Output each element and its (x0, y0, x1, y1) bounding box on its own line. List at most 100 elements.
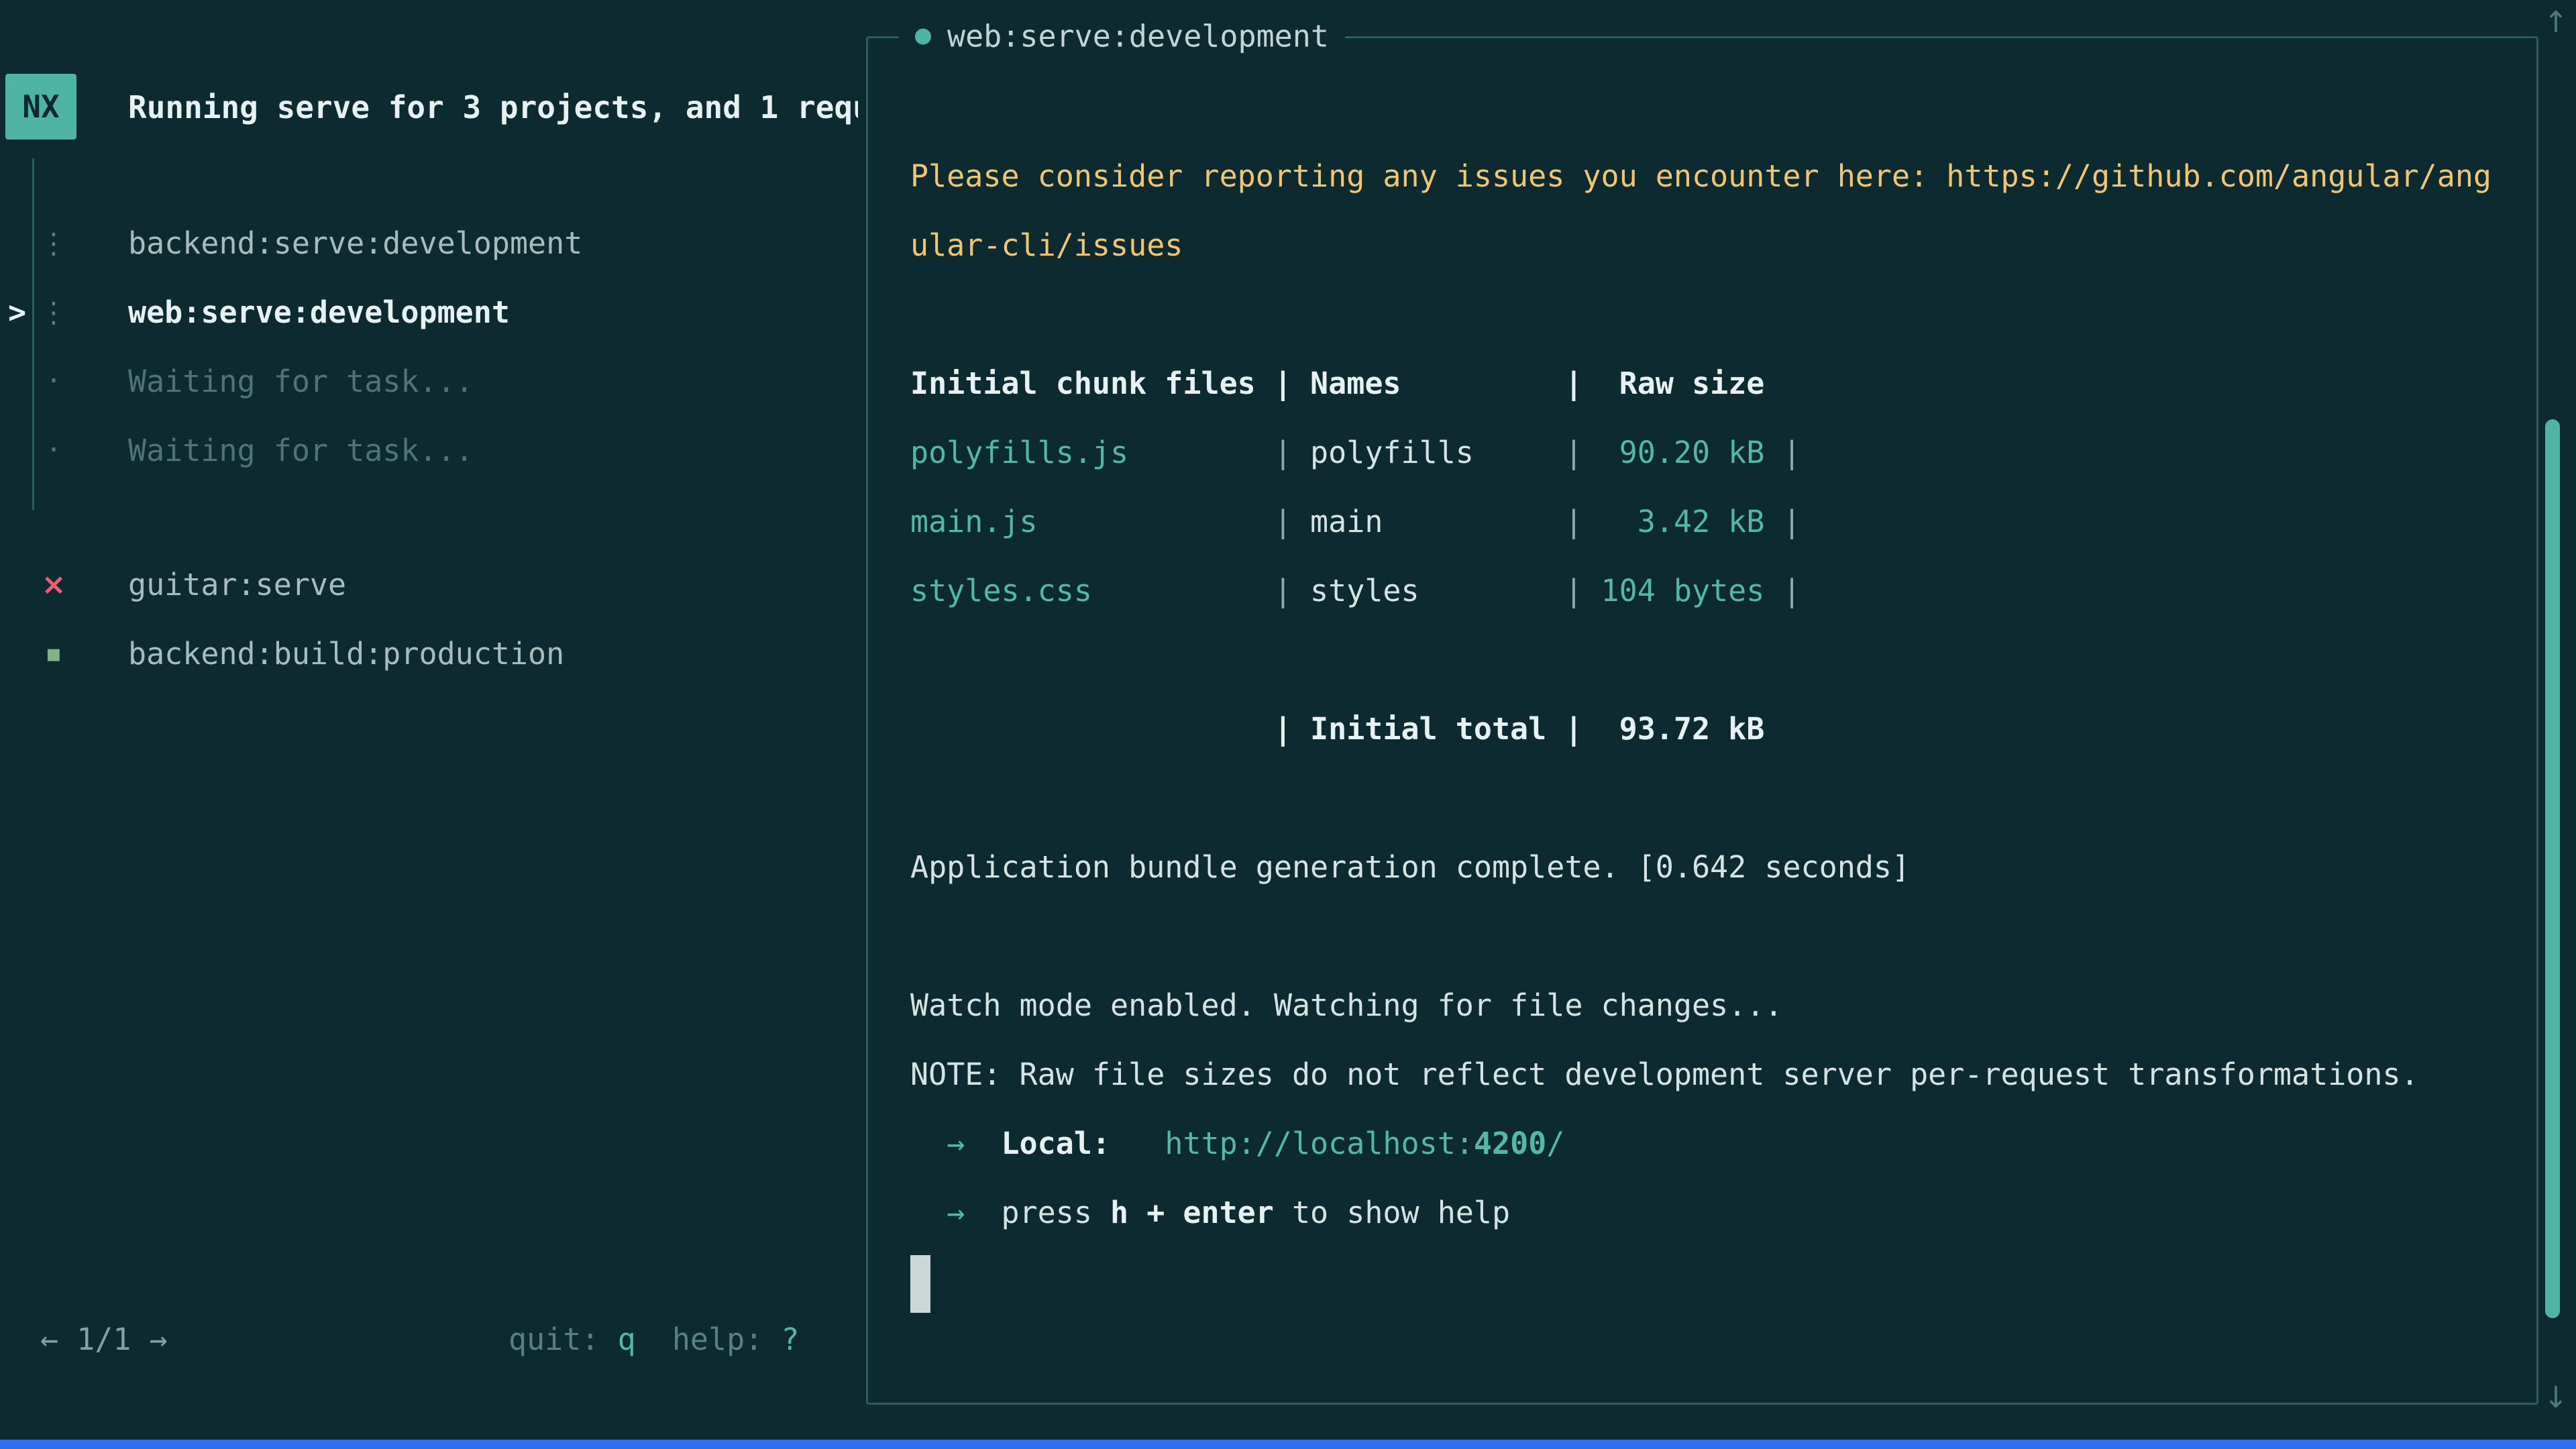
text-segment: h + enter (1110, 1195, 1274, 1230)
terminal-line: styles.css | styles | 104 bytes | (910, 556, 2507, 625)
cross-icon: × (38, 550, 70, 619)
terminal-title: web:serve:development (899, 19, 1345, 54)
task-label: backend:build:production (128, 619, 564, 688)
task-item-waiting-for-task[interactable]: ·Waiting for task... (0, 416, 859, 485)
terminal-line: Application bundle generation complete. … (910, 833, 2507, 902)
text-segment (1110, 1126, 1165, 1161)
text-segment: quit: (508, 1322, 618, 1357)
text-segment: Names (1310, 366, 1564, 401)
task-label: guitar:serve (128, 550, 346, 619)
terminal-line: → Local: http://localhost:4200/ (910, 1109, 2507, 1178)
text-segment: / (1546, 1126, 1564, 1161)
text-segment: | (1564, 435, 1582, 470)
text-segment (965, 1195, 1001, 1230)
keyboard-hints: quit: q help: ? (508, 1316, 800, 1363)
task-item-web-serve-development[interactable]: >⋮ web:serve:development (0, 278, 859, 347)
text-segment: Local: (1001, 1126, 1110, 1161)
terminal-line: → press h + enter to show help (910, 1178, 2507, 1247)
selected-caret-icon: > (8, 278, 26, 347)
text-segment: main (1310, 504, 1564, 539)
nx-terminal-ui: NX Running serve for 3 projects, and 1 r… (0, 0, 2576, 1449)
terminal-line: NOTE: Raw file sizes do not reflect deve… (910, 1040, 2507, 1109)
task-label: Waiting for task... (128, 347, 474, 416)
text-segment: ← (40, 1322, 76, 1357)
task-label: backend:serve:development (128, 209, 582, 278)
text-segment: 3.42 kB (1582, 504, 1764, 539)
text-segment: styles.css (910, 573, 1274, 608)
task-item-backend-serve-development[interactable]: ⋮ backend:serve:development (0, 209, 859, 278)
text-segment: main.js (910, 504, 1274, 539)
terminal-line: Please consider reporting any issues you… (910, 142, 2507, 211)
task-item-waiting-for-task[interactable]: · Waiting for task... (0, 347, 859, 416)
terminal-line: main.js | main | 3.42 kB | (910, 487, 2507, 556)
text-segment: polyfills.js (910, 435, 1274, 470)
text-segment: 4200 (1474, 1126, 1546, 1161)
terminal-line: | Initial total | 93.72 kB (910, 694, 2507, 763)
text-segment: Raw size (1582, 366, 1764, 401)
dot-icon: · (38, 347, 70, 416)
running-task-list: ⋮ backend:serve:development >⋮ web:serve:de… (0, 209, 859, 485)
terminal-line (910, 763, 2507, 833)
text-segment: ular-cli/issues (910, 227, 1183, 263)
secondary-task-list: × guitar:serve ▪ backend:build:production (0, 550, 859, 688)
text-segment: → (947, 1126, 965, 1161)
nx-logo: NX (5, 74, 76, 140)
terminal-title-label: web:serve:development (947, 19, 1329, 54)
bottom-accent-bar (0, 1440, 2576, 1449)
terminal-line (910, 280, 2507, 349)
text-segment: | (1274, 366, 1310, 401)
text-segment: ? (781, 1322, 799, 1357)
text-segment: Initial chunk files (910, 366, 1274, 401)
task-item-guitar-serve[interactable]: × guitar:serve (0, 550, 859, 619)
text-segment: q (618, 1322, 636, 1357)
text-segment: to show help (1274, 1195, 1510, 1230)
terminal-line (910, 902, 2507, 971)
square-icon: ▪ (38, 619, 70, 688)
spinner-icon: ⋮ (38, 278, 70, 347)
text-segment: NOTE: Raw file sizes do not reflect deve… (910, 1057, 2419, 1092)
task-label: Waiting for task... (128, 416, 474, 485)
text-segment: 90.20 kB (1582, 435, 1764, 470)
terminal-line: Initial chunk files | Names | Raw size (910, 349, 2507, 418)
text-segment: help: (636, 1322, 782, 1357)
text-segment: | (1764, 573, 1801, 608)
terminal-output[interactable]: Please consider reporting any issues you… (910, 142, 2507, 1316)
text-segment (910, 1126, 947, 1161)
text-segment: | (1274, 504, 1310, 539)
terminal-line: polyfills.js | polyfills | 90.20 kB | (910, 418, 2507, 487)
terminal-line: ular-cli/issues (910, 211, 2507, 280)
text-segment: styles (1310, 573, 1564, 608)
text-segment: polyfills (1310, 435, 1564, 470)
text-segment: | (1564, 504, 1582, 539)
task-label: web:serve:development (128, 278, 510, 347)
text-segment: 1/1 (76, 1322, 131, 1357)
spinner-icon: ⋮ (38, 209, 70, 278)
terminal-line (910, 625, 2507, 694)
text-segment: → (947, 1195, 965, 1230)
text-segment (965, 1126, 1001, 1161)
terminal-line: Watch mode enabled. Watching for file ch… (910, 971, 2507, 1040)
task-item-backend-build-production[interactable]: ▪ backend:build:production (0, 619, 859, 688)
task-pager[interactable]: ← 1/1 → (40, 1316, 168, 1363)
text-segment: Watch mode enabled. Watching for file ch… (910, 987, 1782, 1023)
sidebar-title: Running serve for 3 projects, and 1 requ (128, 88, 858, 127)
scrollbar-thumb[interactable] (2545, 419, 2560, 1318)
text-segment: | (1564, 573, 1582, 608)
text-segment: press (1001, 1195, 1110, 1230)
text-segment: Please consider reporting any issues you… (910, 158, 2491, 194)
text-segment: → (131, 1322, 167, 1357)
running-status-dot-icon (915, 28, 931, 44)
terminal-pane: web:serve:development Please consider re… (866, 36, 2538, 1405)
text-segment: | (1564, 366, 1582, 401)
text-segment: Application bundle generation complete. … (910, 849, 1910, 885)
text-segment (910, 1195, 947, 1230)
text-segment: | (1764, 504, 1801, 539)
terminal-line (910, 1247, 2507, 1316)
scroll-down-icon[interactable]: ↓ (2541, 1381, 2571, 1415)
text-segment: | (1274, 573, 1310, 608)
text-segment: http://localhost: (1165, 1126, 1474, 1161)
text-segment: | Initial total | 93.72 kB (910, 711, 1764, 747)
text-segment: | (1274, 435, 1310, 470)
scroll-up-icon[interactable]: ↑ (2541, 5, 2571, 40)
text-segment: | (1764, 435, 1801, 470)
